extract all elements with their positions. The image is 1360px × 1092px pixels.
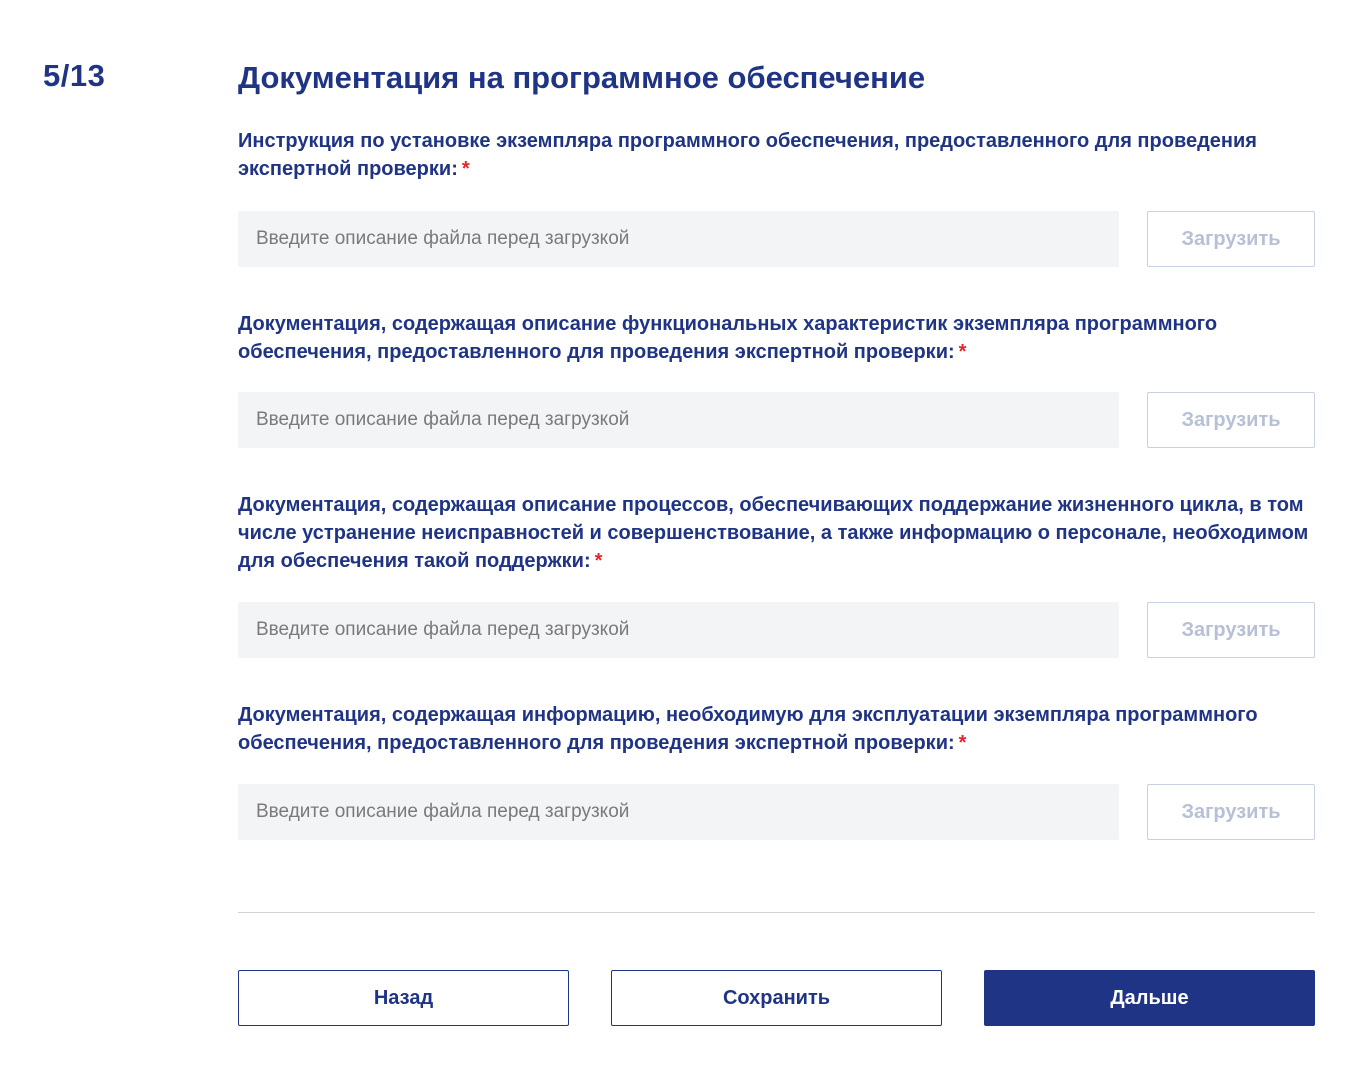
file-description-input[interactable] (238, 392, 1119, 448)
upload-row: Загрузить (238, 602, 1315, 658)
save-button[interactable]: Сохранить (611, 970, 942, 1026)
field-label: Инструкция по установке экземпляра прогр… (238, 127, 1315, 183)
file-description-input[interactable] (238, 211, 1119, 267)
field-label: Документация, содержащая описание функци… (238, 310, 1315, 366)
required-mark: * (958, 732, 967, 754)
step-counter: 5/13 (43, 58, 106, 93)
upload-button[interactable]: Загрузить (1147, 392, 1315, 448)
required-mark: * (958, 341, 967, 363)
field-label: Документация, содержащая информацию, нео… (238, 701, 1315, 757)
next-button[interactable]: Дальше (984, 970, 1315, 1026)
upload-button[interactable]: Загрузить (1147, 602, 1315, 658)
field-label-text: Инструкция по установке экземпляра прогр… (238, 130, 1257, 180)
divider (238, 912, 1315, 913)
required-mark: * (461, 158, 470, 180)
upload-row: Загрузить (238, 211, 1315, 267)
upload-section-operation: Документация, содержащая информацию, нео… (238, 701, 1315, 840)
upload-row: Загрузить (238, 784, 1315, 840)
field-label-text: Документация, содержащая информацию, нео… (238, 704, 1258, 754)
file-description-input[interactable] (238, 602, 1119, 658)
upload-section-installation: Инструкция по установке экземпляра прогр… (238, 127, 1315, 267)
field-label: Документация, содержащая описание процес… (238, 491, 1315, 575)
back-button[interactable]: Назад (238, 970, 569, 1026)
upload-button[interactable]: Загрузить (1147, 784, 1315, 840)
field-label-text: Документация, содержащая описание функци… (238, 313, 1218, 363)
field-label-text: Документация, содержащая описание процес… (238, 494, 1309, 572)
file-description-input[interactable] (238, 784, 1119, 840)
upload-row: Загрузить (238, 392, 1315, 448)
upload-button[interactable]: Загрузить (1147, 211, 1315, 267)
upload-section-lifecycle: Документация, содержащая описание процес… (238, 491, 1315, 658)
upload-section-functional: Документация, содержащая описание функци… (238, 310, 1315, 448)
required-mark: * (594, 550, 603, 572)
page-title: Документация на программное обеспечение (238, 60, 926, 95)
